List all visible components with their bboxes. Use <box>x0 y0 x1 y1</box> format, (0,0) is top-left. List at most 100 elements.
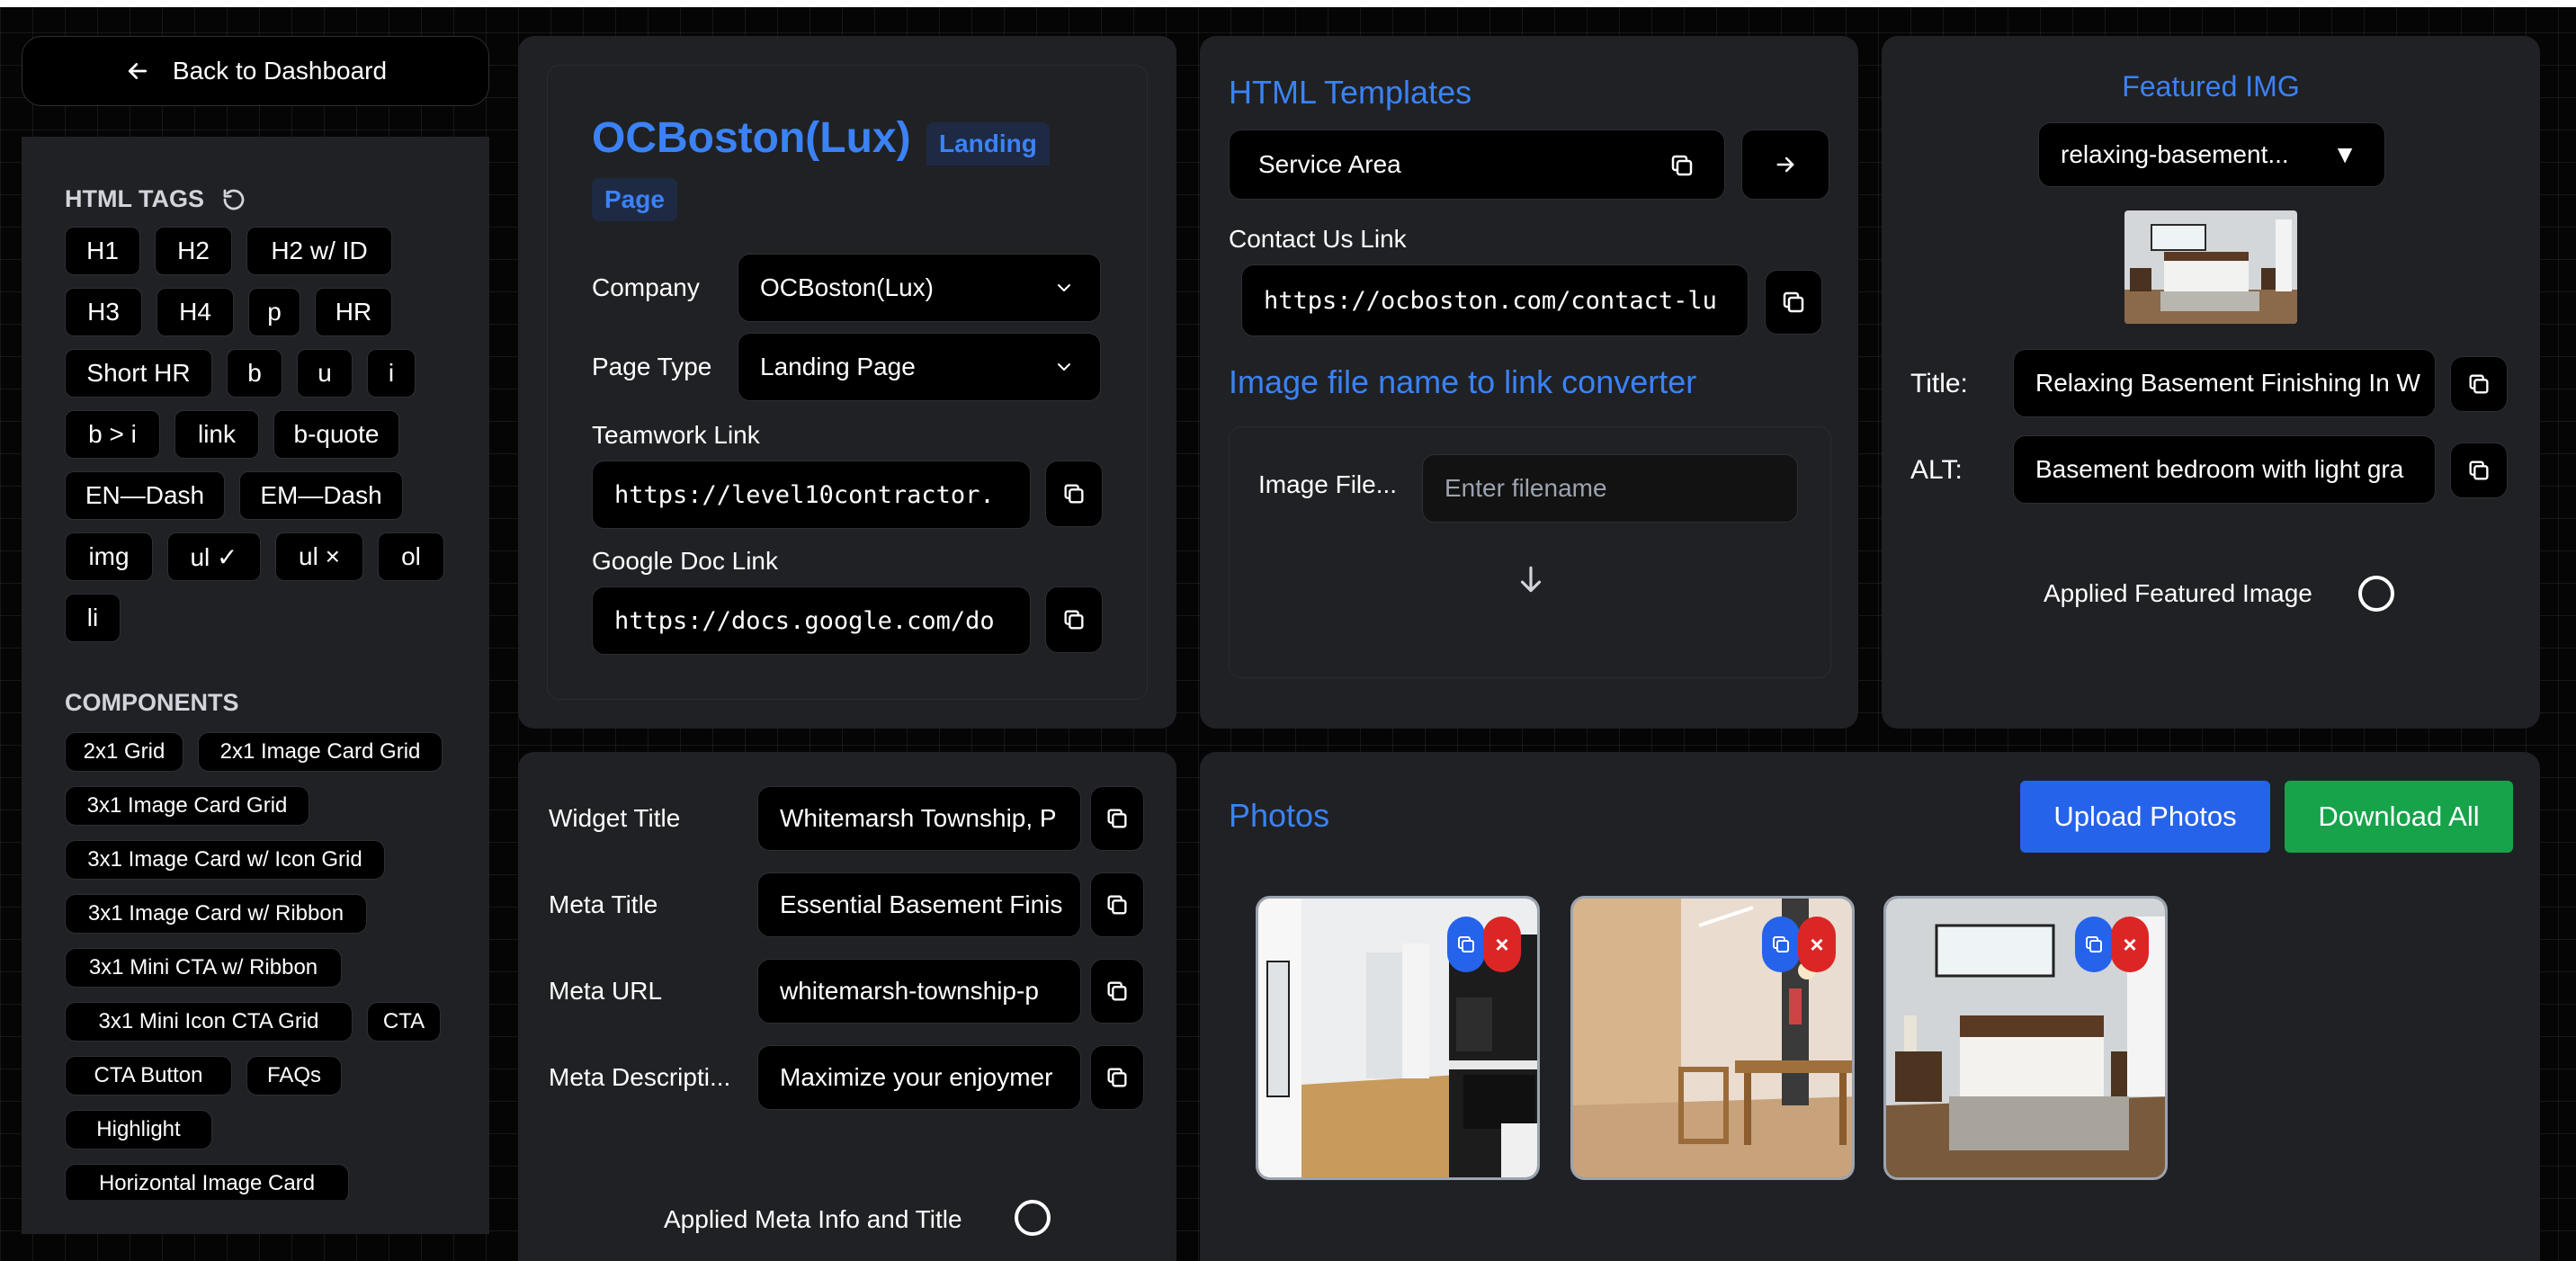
applied-meta-radio[interactable] <box>1015 1200 1051 1236</box>
featured-title-field[interactable]: Relaxing Basement Finishing In W <box>2013 349 2436 417</box>
component-3x1-mini-icon-cta-grid[interactable]: 3x1 Mini Icon CTA Grid <box>65 1002 353 1042</box>
tag-h3[interactable]: H3 <box>65 288 142 336</box>
copy-photo-button[interactable] <box>1447 917 1485 972</box>
project-panel: OCBoston(Lux) Landing Page Company OCBos… <box>518 36 1176 729</box>
arrow-down-icon[interactable] <box>1514 562 1548 596</box>
template-select[interactable]: Service Area <box>1229 130 1725 200</box>
copy-icon <box>2469 374 2489 394</box>
close-icon: × <box>1810 930 1824 958</box>
copy-photo-button[interactable] <box>2075 917 2113 972</box>
template-go-button[interactable] <box>1741 130 1829 200</box>
component-highlight[interactable]: Highlight <box>65 1110 212 1149</box>
tag-ul-check[interactable]: ul ✓ <box>167 532 261 581</box>
copy-icon <box>1107 809 1127 828</box>
tag-ul-cross[interactable]: ul × <box>275 532 363 581</box>
tag-b-i[interactable]: b > i <box>65 410 160 459</box>
component-3x1-ribbon[interactable]: 3x1 Image Card w/ Ribbon <box>65 894 367 934</box>
tag-h2-id[interactable]: H2 w/ ID <box>246 227 392 275</box>
company-select[interactable]: OCBoston(Lux) <box>738 254 1101 322</box>
back-to-dashboard-button[interactable]: Back to Dashboard <box>22 36 489 106</box>
tag-b[interactable]: b <box>227 349 282 398</box>
meta-title-label: Meta Title <box>549 890 658 918</box>
copy-widget-title-button[interactable] <box>1090 786 1144 851</box>
meta-url-label: Meta URL <box>549 977 663 1005</box>
copy-icon <box>1773 936 1789 952</box>
component-2x1-grid[interactable]: 2x1 Grid <box>65 732 183 772</box>
page-type-select[interactable]: Landing Page <box>738 333 1101 401</box>
copy-icon[interactable] <box>1668 152 1695 179</box>
copy-icon <box>1064 610 1084 630</box>
featured-title-label: Title: <box>1910 369 1968 398</box>
component-3x1-image-card-grid[interactable]: 3x1 Image Card Grid <box>65 786 309 826</box>
tag-i[interactable]: i <box>367 349 416 398</box>
copy-meta-description-button[interactable] <box>1090 1045 1144 1110</box>
widget-title-field[interactable]: Whitemarsh Township, P <box>757 786 1081 851</box>
copy-icon <box>1107 895 1127 915</box>
upload-photos-button[interactable]: Upload Photos <box>2020 781 2270 853</box>
applied-featured-radio[interactable] <box>2358 576 2394 612</box>
featured-alt-label: ALT: <box>1910 455 1963 485</box>
copy-gdoc-button[interactable] <box>1045 586 1103 653</box>
component-2x1-image-card-grid[interactable]: 2x1 Image Card Grid <box>198 732 443 772</box>
meta-url-field[interactable]: whitemarsh-township-p <box>757 959 1081 1024</box>
widget-title-label: Widget Title <box>549 804 681 832</box>
tag-ol[interactable]: ol <box>378 532 444 581</box>
tag-img[interactable]: img <box>65 532 153 581</box>
component-3x1-mini-cta-ribbon[interactable]: 3x1 Mini CTA w/ Ribbon <box>65 948 342 988</box>
tag-hr[interactable]: HR <box>315 288 392 336</box>
delete-photo-button[interactable]: × <box>2111 917 2149 972</box>
component-cta[interactable]: CTA <box>367 1002 441 1042</box>
contact-link-field[interactable]: https://ocboston.com/contact-lu <box>1241 264 1749 336</box>
applied-meta-label: Applied Meta Info and Title <box>664 1205 962 1233</box>
page-type-label: Page Type <box>592 353 712 380</box>
gdoc-link-field[interactable]: https://docs.google.com/do <box>592 586 1031 655</box>
teamwork-link-field[interactable]: https://level10contractor. <box>592 461 1031 529</box>
component-faqs[interactable]: FAQs <box>246 1056 342 1096</box>
copy-featured-alt-button[interactable] <box>2450 443 2508 498</box>
featured-title: Featured IMG <box>2122 70 2300 103</box>
tag-li[interactable]: li <box>65 594 121 642</box>
tag-h1[interactable]: H1 <box>65 227 140 275</box>
copy-photo-button[interactable] <box>1762 917 1800 972</box>
copy-teamwork-button[interactable] <box>1045 461 1103 527</box>
tag-en-dash[interactable]: EN—Dash <box>65 471 225 520</box>
tag-em-dash[interactable]: EM—Dash <box>239 471 403 520</box>
tag-h4[interactable]: H4 <box>157 288 234 336</box>
page-type-value: Landing Page <box>760 353 916 380</box>
copy-meta-title-button[interactable] <box>1090 872 1144 937</box>
tag-bquote[interactable]: b-quote <box>273 410 399 459</box>
tag-h2[interactable]: H2 <box>155 227 232 275</box>
copy-contact-link-button[interactable] <box>1765 270 1822 335</box>
featured-image-select[interactable]: relaxing-basement... ▼ <box>2038 122 2385 187</box>
download-all-button[interactable]: Download All <box>2285 781 2513 853</box>
chevron-down-icon <box>1058 363 1070 371</box>
gdoc-label: Google Doc Link <box>592 547 779 575</box>
tag-p[interactable]: p <box>248 288 300 336</box>
component-3x1-icon-grid[interactable]: 3x1 Image Card w/ Icon Grid <box>65 840 385 880</box>
applied-featured-label: Applied Featured Image <box>2044 579 2312 607</box>
meta-title-field[interactable]: Essential Basement Finis <box>757 872 1081 937</box>
photo-card[interactable]: × <box>1883 896 2168 1180</box>
image-file-input[interactable]: Enter filename <box>1422 454 1798 523</box>
copy-meta-url-button[interactable] <box>1090 959 1144 1024</box>
company-label: Company <box>592 273 700 301</box>
reset-icon[interactable] <box>220 186 247 213</box>
delete-photo-button[interactable]: × <box>1798 917 1836 972</box>
photo-card[interactable]: × <box>1570 896 1855 1180</box>
tag-u[interactable]: u <box>297 349 353 398</box>
delete-photo-button[interactable]: × <box>1483 917 1521 972</box>
copy-featured-title-button[interactable] <box>2450 356 2508 412</box>
component-horizontal-image-card[interactable]: Horizontal Image Card <box>65 1164 349 1200</box>
tag-short-hr[interactable]: Short HR <box>65 349 212 398</box>
teamwork-label: Teamwork Link <box>592 421 760 449</box>
close-icon: × <box>2123 930 2137 958</box>
featured-alt-field[interactable]: Basement bedroom with light gra <box>2013 435 2436 504</box>
converter-title: Image file name to link converter <box>1229 363 1697 400</box>
meta-description-field[interactable]: Maximize your enjoymer <box>757 1045 1081 1110</box>
copy-icon <box>2469 461 2489 480</box>
tag-link[interactable]: link <box>174 410 259 459</box>
company-value: OCBoston(Lux) <box>760 273 934 301</box>
photo-card[interactable]: × <box>1256 896 1540 1180</box>
photos-title: Photos <box>1229 797 1330 834</box>
component-cta-button[interactable]: CTA Button <box>65 1056 232 1096</box>
